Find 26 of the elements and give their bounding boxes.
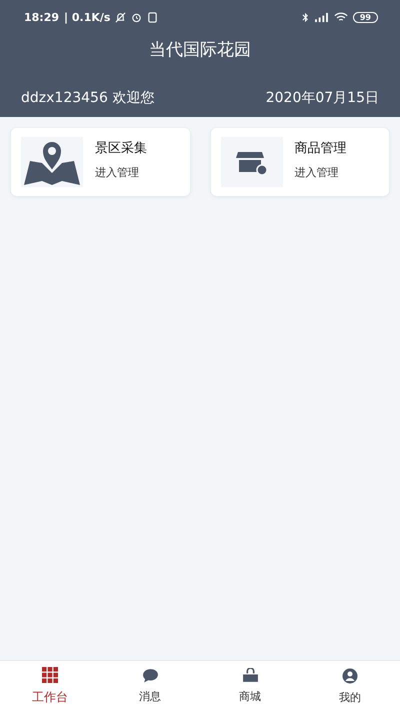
user-icon	[342, 668, 358, 684]
chat-icon	[142, 668, 158, 683]
module-card[interactable]: 景区采集 进入管理	[11, 128, 190, 196]
card-subtitle: 进入管理	[95, 165, 140, 180]
map-pin-icon	[22, 139, 82, 187]
bell-off-icon	[115, 12, 126, 22]
status-time: 18:29	[24, 10, 60, 24]
bluetooth-icon	[302, 12, 309, 22]
signal-icon	[314, 12, 329, 22]
wifi-icon	[334, 12, 348, 22]
battery-indicator: 99	[352, 12, 378, 22]
date-text: 2020年07月15日	[266, 89, 379, 107]
card-title: 景区采集	[95, 140, 147, 157]
page-title: 当代国际花园	[148, 39, 252, 61]
card-title: 商品管理	[294, 140, 346, 157]
module-card[interactable]: 商品管理 进入管理	[210, 128, 389, 196]
tab-item[interactable]: 消息	[100, 661, 200, 711]
phone-icon	[147, 12, 158, 22]
network-speed: | 0.1K/s	[64, 10, 110, 24]
tab-item[interactable]: 我的	[300, 661, 400, 711]
alarm-icon	[131, 12, 142, 22]
grid-icon	[42, 666, 58, 682]
welcome-text: ddzx123456 欢迎您	[21, 89, 154, 107]
tab-item[interactable]: 工作台	[0, 661, 100, 711]
card-subtitle: 进入管理	[294, 165, 340, 180]
tab-item[interactable]: 商城	[200, 661, 300, 711]
